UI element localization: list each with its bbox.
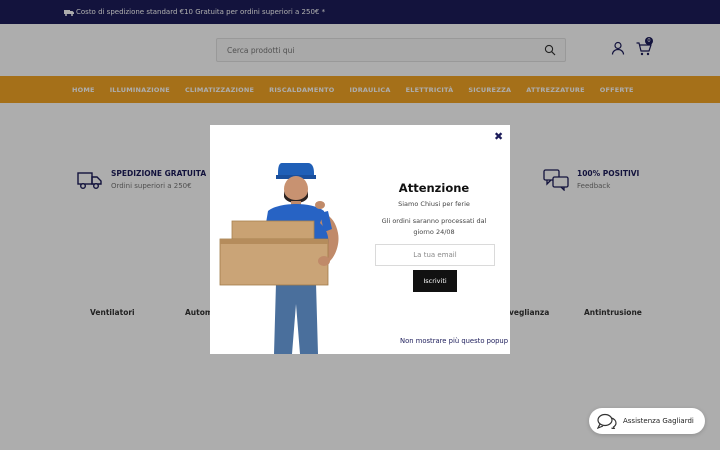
popup-title: Attenzione — [398, 181, 470, 195]
support-chat-button[interactable]: Assistenza Gagliardi — [589, 408, 705, 434]
delivery-man-image — [219, 163, 339, 354]
email-placeholder: La tua email — [413, 251, 457, 259]
chat-icon — [597, 413, 617, 429]
popup-message-closed: Siamo Chiusi per ferie — [398, 200, 470, 208]
vacation-popup: ✖ Attenzione Siamo Chiusi per ferie Gli … — [210, 125, 510, 354]
support-chat-label: Assistenza Gagliardi — [623, 417, 694, 425]
close-icon[interactable]: ✖ — [494, 130, 503, 143]
popup-message-orders: Gli ordini saranno processati dal giorno… — [381, 217, 487, 237]
dont-show-again-link[interactable]: Non mostrare più questo popup — [400, 337, 510, 345]
email-field[interactable]: La tua email — [375, 244, 495, 266]
subscribe-button[interactable]: Iscriviti — [413, 270, 457, 292]
